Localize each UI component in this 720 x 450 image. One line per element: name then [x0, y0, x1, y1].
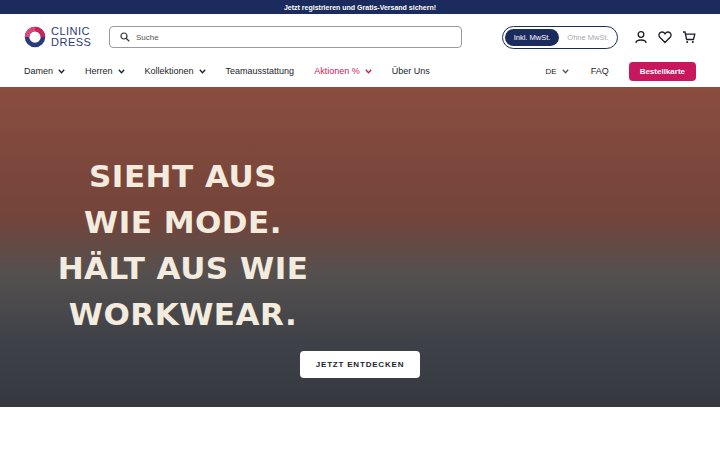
header-icons: [634, 30, 696, 44]
nav-label[interactable]: Über Uns: [392, 66, 430, 76]
hero-headline: SIEHT AUSWIE MODE.HÄLT AUS WIEWORKWEAR.: [38, 153, 328, 337]
nav-item[interactable]: Herren: [85, 66, 125, 76]
headline-line: WIE MODE.: [84, 199, 282, 245]
nav-item[interactable]: Über Uns: [392, 66, 430, 76]
chevron-icon: [58, 69, 65, 74]
nav-items: Damen Herren Kollektionen Teamausstattung Ak…: [24, 66, 430, 76]
nav-right: DE FAQ Bestellkarte: [546, 62, 697, 81]
chevron-icon: [562, 69, 569, 74]
chevron-icon: [365, 69, 372, 74]
page-body: [0, 407, 720, 450]
nav-label[interactable]: Herren: [85, 66, 113, 76]
hero-banner: SIEHT AUSWIE MODE.HÄLT AUS WIEWORKWEAR.J…: [0, 87, 720, 407]
tax-option[interactable]: Inkl. MwSt.: [505, 29, 559, 46]
chevron-icon: [199, 69, 206, 74]
tax-toggle[interactable]: Inkl. MwSt.Ohne MwSt.: [502, 26, 618, 49]
nav-item[interactable]: Damen: [24, 66, 65, 76]
wishlist-heart-icon[interactable]: [658, 30, 672, 44]
nav-item[interactable]: Teamausstattung: [226, 66, 295, 76]
headline-line: HÄLT AUS WIE: [58, 245, 309, 291]
announcement-text[interactable]: Jetzt registrieren und Gratis-Versand si…: [284, 4, 436, 11]
nav-label[interactable]: Damen: [24, 66, 53, 76]
chevron-icon: [118, 69, 125, 74]
nav-label[interactable]: Kollektionen: [145, 66, 194, 76]
account-icon[interactable]: [634, 30, 648, 44]
announcement-bar: Jetzt registrieren und Gratis-Versand si…: [0, 0, 720, 14]
search-icon: [120, 32, 130, 42]
search-field[interactable]: [109, 26, 462, 48]
logo-icon: [24, 26, 46, 48]
order-card-button[interactable]: Bestellkarte: [629, 62, 696, 81]
logo-line: DRESS: [51, 37, 91, 48]
main-nav: Damen Herren Kollektionen Teamausstattung Ak…: [0, 60, 720, 82]
tax-option[interactable]: Ohne MwSt.: [561, 29, 615, 46]
language-selector[interactable]: DE: [546, 67, 569, 76]
header: CLINICDRESS Inkl. MwSt.Ohne MwSt.: [0, 14, 720, 60]
logo-text: CLINICDRESS: [51, 26, 91, 48]
logo[interactable]: CLINICDRESS: [24, 26, 109, 48]
logo-line: CLINIC: [51, 26, 91, 37]
cart-icon[interactable]: [682, 30, 696, 44]
discover-button[interactable]: JETZT ENTDECKEN: [300, 351, 420, 378]
search-input[interactable]: [136, 33, 451, 42]
headline-line: SIEHT AUS: [89, 153, 277, 199]
language-label[interactable]: DE: [546, 67, 557, 76]
nav-label[interactable]: Aktionen %: [314, 66, 360, 76]
headline-line: WORKWEAR.: [69, 291, 298, 337]
nav-item[interactable]: Aktionen %: [314, 66, 372, 76]
nav-label[interactable]: Teamausstattung: [226, 66, 295, 76]
faq-link[interactable]: FAQ: [591, 66, 609, 76]
nav-item[interactable]: Kollektionen: [145, 66, 206, 76]
